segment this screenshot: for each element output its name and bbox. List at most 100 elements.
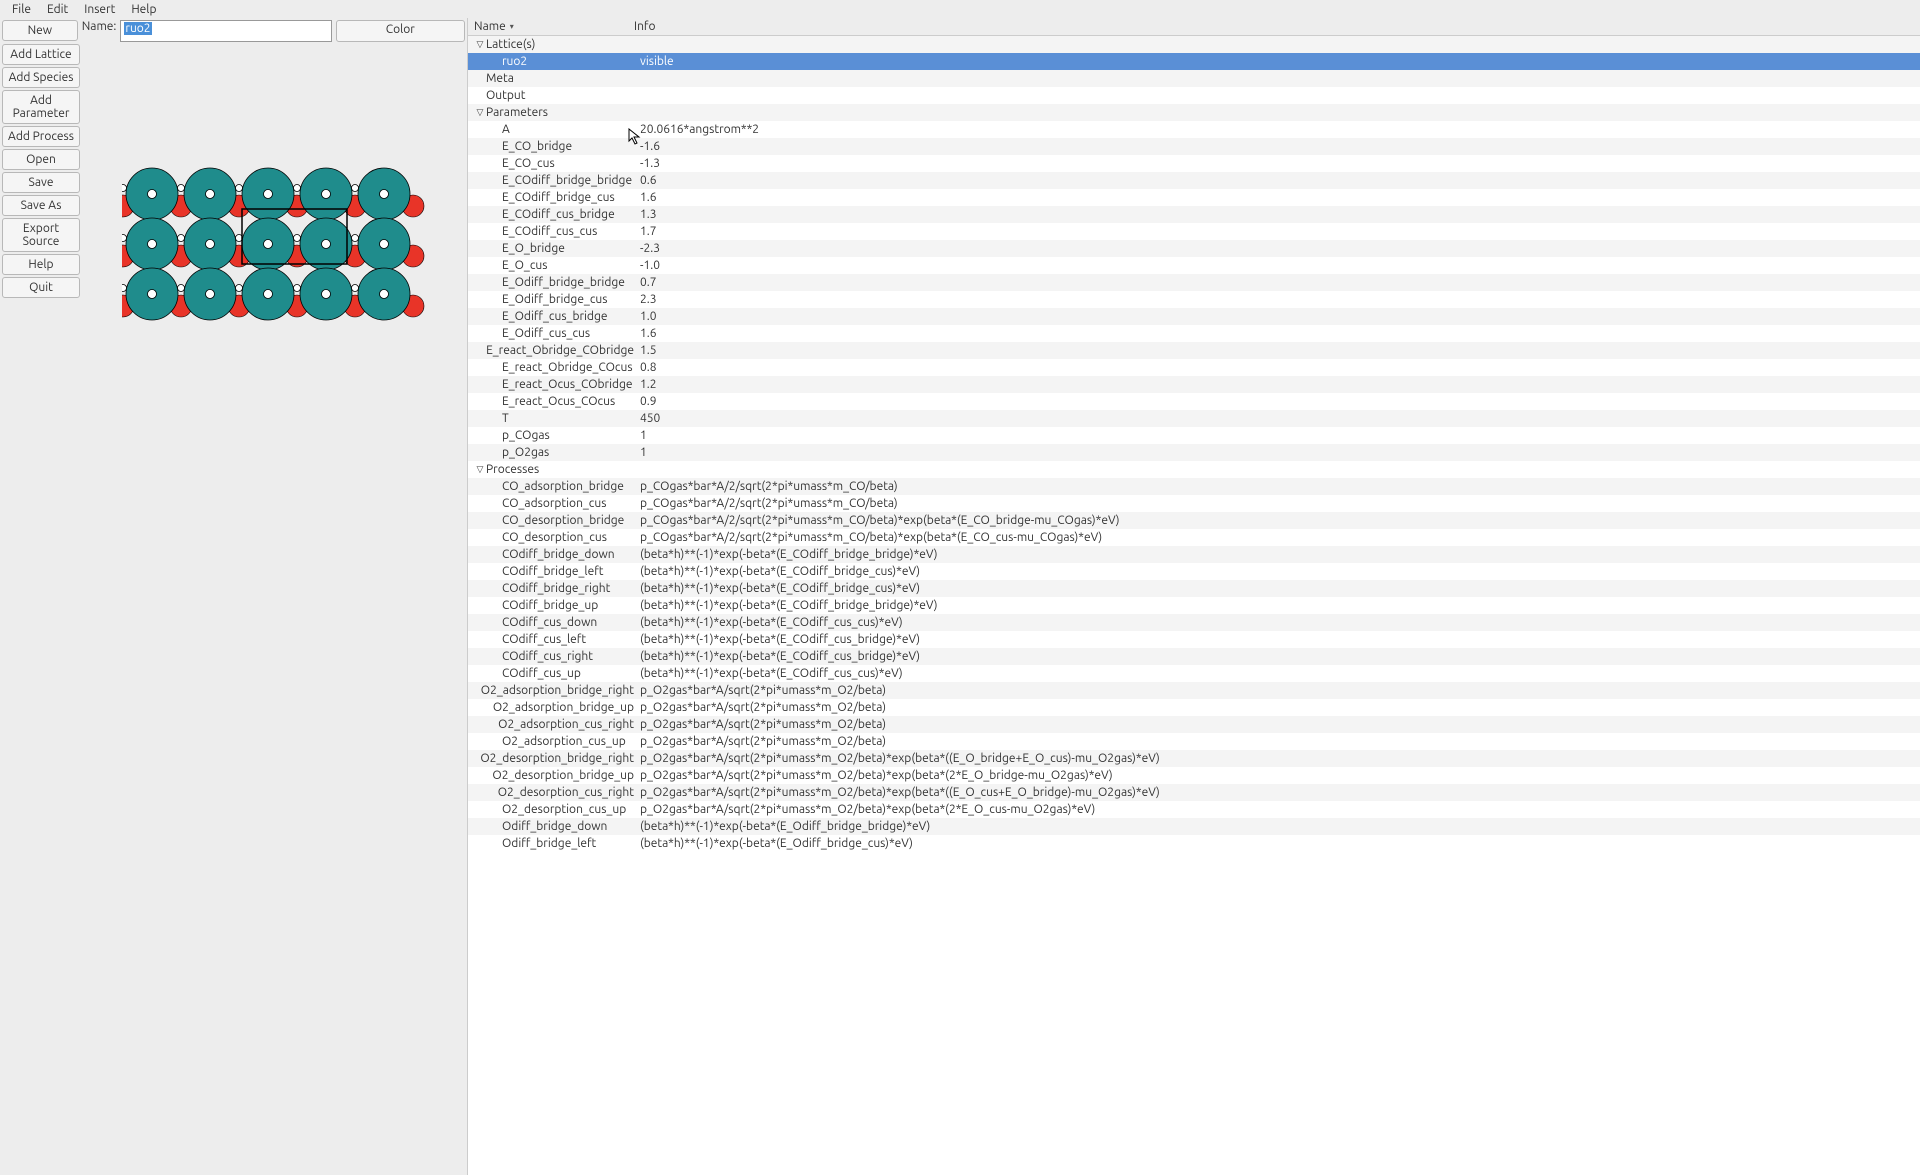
save-as-button[interactable]: Save As (2, 195, 80, 216)
tree-row[interactable]: E_CO_cus-1.3 (468, 155, 1920, 172)
tree-row[interactable]: COdiff_cus_up(beta*h)**(-1)*exp(-beta*(E… (468, 665, 1920, 682)
tree-col-name[interactable]: Name ▾ (468, 20, 628, 33)
tree-row[interactable]: E_COdiff_bridge_bridge0.6 (468, 172, 1920, 189)
tree-cell-name: O2_desorption_bridge_up (474, 769, 634, 782)
tree-cell-name: E_react_Obridge_CObridge (474, 344, 634, 357)
tree-label: Processes (486, 463, 539, 476)
tree-row[interactable]: Odiff_bridge_down(beta*h)**(-1)*exp(-bet… (468, 818, 1920, 835)
add-parameter-button[interactable]: Add Parameter (2, 90, 80, 124)
tree-cell-info: p_O2gas*bar*A/sqrt(2*pi*umass*m_O2/beta) (634, 701, 1920, 714)
tree-row[interactable]: COdiff_cus_right(beta*h)**(-1)*exp(-beta… (468, 648, 1920, 665)
tree-row[interactable]: COdiff_cus_down(beta*h)**(-1)*exp(-beta*… (468, 614, 1920, 631)
tree-row[interactable]: E_COdiff_cus_bridge1.3 (468, 206, 1920, 223)
tree-row[interactable]: O2_desorption_cus_upp_O2gas*bar*A/sqrt(2… (468, 801, 1920, 818)
tree-row[interactable]: COdiff_bridge_left(beta*h)**(-1)*exp(-be… (468, 563, 1920, 580)
tree-row[interactable]: COdiff_bridge_right(beta*h)**(-1)*exp(-b… (468, 580, 1920, 597)
tree-row[interactable]: E_react_Obridge_CObridge1.5 (468, 342, 1920, 359)
add-species-button[interactable]: Add Species (2, 67, 80, 88)
tree-panel: Name ▾ Info ▽Lattice(s)ruo2visible Meta Ou… (468, 18, 1920, 1175)
tree-cell-info: -2.3 (634, 242, 1920, 255)
tree-cell-info: (beta*h)**(-1)*exp(-beta*(E_COdiff_cus_c… (634, 667, 1920, 680)
tree-row[interactable]: COdiff_cus_left(beta*h)**(-1)*exp(-beta*… (468, 631, 1920, 648)
tree-cell-info: 450 (634, 412, 1920, 425)
color-button[interactable]: Color (336, 20, 465, 42)
tree-row[interactable]: Output (468, 87, 1920, 104)
tree-header: Name ▾ Info (468, 18, 1920, 36)
tree-cell-name: ▽Processes (474, 463, 634, 476)
expander-icon[interactable]: ▽ (474, 464, 486, 475)
tree-cell-info: p_COgas*bar*A/2/sqrt(2*pi*umass*m_CO/bet… (634, 514, 1920, 527)
tree-label: ruo2 (502, 55, 527, 68)
tree-row[interactable]: E_react_Ocus_CObridge1.2 (468, 376, 1920, 393)
tree-row[interactable]: O2_desorption_cus_rightp_O2gas*bar*A/sqr… (468, 784, 1920, 801)
tree-cell-info: p_COgas*bar*A/2/sqrt(2*pi*umass*m_CO/bet… (634, 497, 1920, 510)
expander-icon[interactable]: ▽ (474, 107, 486, 118)
tree-row[interactable]: E_react_Ocus_COcus0.9 (468, 393, 1920, 410)
tree-cell-name: E_Odiff_cus_bridge (474, 310, 634, 323)
tree-row[interactable]: E_COdiff_bridge_cus1.6 (468, 189, 1920, 206)
new-button[interactable]: New (2, 20, 78, 41)
tree-row[interactable]: p_O2gas1 (468, 444, 1920, 461)
menu-help[interactable]: Help (123, 1, 164, 18)
tree-row[interactable]: E_CO_bridge-1.6 (468, 138, 1920, 155)
tree-row[interactable]: A20.0616*angstrom**2 (468, 121, 1920, 138)
menu-file[interactable]: File (4, 1, 39, 18)
tree-body[interactable]: ▽Lattice(s)ruo2visible Meta Output ▽Paramet… (468, 36, 1920, 1175)
tree-cell-name: COdiff_bridge_down (474, 548, 634, 561)
tree-row[interactable]: ▽Processes (468, 461, 1920, 478)
tree-row[interactable]: CO_desorption_bridgep_COgas*bar*A/2/sqrt… (468, 512, 1920, 529)
tree-cell-info: -1.0 (634, 259, 1920, 272)
tree-row[interactable]: ruo2visible (468, 53, 1920, 70)
tree-row[interactable]: E_Odiff_bridge_cus2.3 (468, 291, 1920, 308)
tree-row[interactable]: O2_adsorption_cus_upp_O2gas*bar*A/sqrt(2… (468, 733, 1920, 750)
expander-icon[interactable]: ▽ (474, 39, 486, 50)
tree-row[interactable]: E_Odiff_cus_cus1.6 (468, 325, 1920, 342)
tree-row[interactable]: COdiff_bridge_down(beta*h)**(-1)*exp(-be… (468, 546, 1920, 563)
tree-row[interactable]: ▽Lattice(s) (468, 36, 1920, 53)
tree-row[interactable]: Odiff_bridge_left(beta*h)**(-1)*exp(-bet… (468, 835, 1920, 852)
save-button[interactable]: Save (2, 172, 80, 193)
tree-col-info[interactable]: Info (628, 20, 1920, 33)
tree-row[interactable]: E_O_bridge-2.3 (468, 240, 1920, 257)
tree-label: E_CO_bridge (502, 140, 572, 153)
tree-row[interactable]: T450 (468, 410, 1920, 427)
tree-row[interactable]: ▽Parameters (468, 104, 1920, 121)
tree-label: CO_adsorption_bridge (502, 480, 624, 493)
tree-label: O2_desorption_bridge_right (480, 752, 634, 765)
tree-cell-info: 1.0 (634, 310, 1920, 323)
tree-row[interactable]: E_COdiff_cus_cus1.7 (468, 223, 1920, 240)
tree-row[interactable]: E_Odiff_cus_bridge1.0 (468, 308, 1920, 325)
tree-row[interactable]: CO_desorption_cusp_COgas*bar*A/2/sqrt(2*… (468, 529, 1920, 546)
tree-cell-name: Meta (474, 72, 634, 85)
tree-row[interactable]: CO_adsorption_bridgep_COgas*bar*A/2/sqrt… (468, 478, 1920, 495)
name-input[interactable]: ruo2 (120, 20, 331, 42)
open-button[interactable]: Open (2, 149, 80, 170)
tree-cell-name: COdiff_bridge_left (474, 565, 634, 578)
tree-label: Output (486, 89, 525, 102)
tree-row[interactable]: O2_adsorption_bridge_rightp_O2gas*bar*A/… (468, 682, 1920, 699)
add-process-button[interactable]: Add Process (2, 126, 80, 147)
tree-row[interactable]: E_O_cus-1.0 (468, 257, 1920, 274)
quit-button[interactable]: Quit (2, 277, 80, 298)
export-source-button[interactable]: Export Source (2, 218, 80, 252)
tree-row[interactable]: E_Odiff_bridge_bridge0.7 (468, 274, 1920, 291)
help-button[interactable]: Help (2, 254, 80, 275)
tree-row[interactable]: CO_adsorption_cusp_COgas*bar*A/2/sqrt(2*… (468, 495, 1920, 512)
tree-row[interactable]: E_react_Obridge_COcus0.8 (468, 359, 1920, 376)
tree-row[interactable]: p_COgas1 (468, 427, 1920, 444)
add-lattice-button[interactable]: Add Lattice (2, 44, 80, 65)
tree-row[interactable]: Meta (468, 70, 1920, 87)
menu-insert[interactable]: Insert (76, 1, 123, 18)
tree-cell-name: Odiff_bridge_left (474, 837, 634, 850)
tree-row[interactable]: O2_desorption_bridge_rightp_O2gas*bar*A/… (468, 750, 1920, 767)
tree-row[interactable]: O2_adsorption_bridge_upp_O2gas*bar*A/sqr… (468, 699, 1920, 716)
tree-row[interactable]: O2_adsorption_cus_rightp_O2gas*bar*A/sqr… (468, 716, 1920, 733)
lattice-canvas[interactable] (82, 44, 467, 864)
tree-cell-info: p_O2gas*bar*A/sqrt(2*pi*umass*m_O2/beta)… (634, 786, 1920, 799)
tree-row[interactable]: COdiff_bridge_up(beta*h)**(-1)*exp(-beta… (468, 597, 1920, 614)
tree-label: E_CO_cus (502, 157, 555, 170)
menu-edit[interactable]: Edit (39, 1, 76, 18)
tree-cell-info: 0.9 (634, 395, 1920, 408)
tree-label: E_react_Obridge_CObridge (486, 344, 634, 357)
tree-row[interactable]: O2_desorption_bridge_upp_O2gas*bar*A/sqr… (468, 767, 1920, 784)
